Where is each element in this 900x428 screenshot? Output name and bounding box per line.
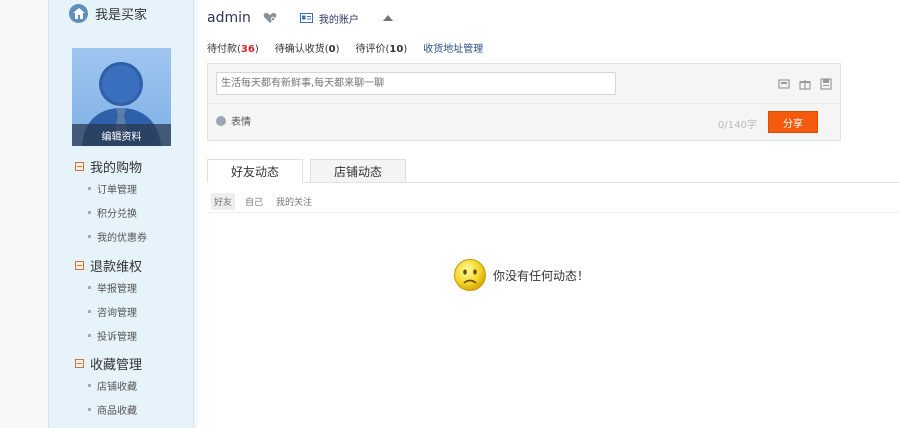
- nav-group-title[interactable]: 收藏管理: [75, 354, 143, 373]
- divider: [207, 212, 900, 213]
- nav-item-label: 店铺收藏: [97, 381, 137, 393]
- username[interactable]: admin: [207, 10, 251, 26]
- account-card-icon: [299, 13, 313, 23]
- bullet-icon: [88, 309, 91, 313]
- collapse-icon[interactable]: [75, 161, 84, 171]
- nav-item-complaints[interactable]: 投诉管理: [88, 328, 142, 343]
- tab-store-feed[interactable]: 店铺动态: [310, 159, 406, 183]
- char-counter: 0/140字: [718, 120, 757, 131]
- filter-friends[interactable]: 好友: [211, 193, 236, 210]
- emoji-label: 表情: [231, 117, 251, 128]
- sidebar-header: 我是买家: [49, 0, 193, 26]
- goods-icon[interactable]: [778, 78, 790, 90]
- address-management-link[interactable]: 收货地址管理: [423, 40, 483, 55]
- status-label: 待付款: [207, 44, 237, 55]
- nav-item-label: 咨询管理: [97, 307, 137, 319]
- nav-group-title[interactable]: 退款维权: [75, 256, 143, 275]
- bullet-icon: [88, 333, 91, 337]
- nav-group-label: 退款维权: [90, 259, 143, 275]
- nav-group-label: 我的购物: [90, 160, 143, 176]
- nav-item-orders[interactable]: 订单管理: [88, 181, 147, 196]
- empty-message: 你没有任何动态！: [493, 268, 590, 283]
- nav-item-reports[interactable]: 举报管理: [88, 280, 142, 295]
- nav-item-product-favorites[interactable]: 商品收藏: [88, 402, 142, 417]
- status-count: 36: [240, 44, 255, 55]
- nav-item-points[interactable]: 积分兑换: [88, 205, 147, 220]
- sidebar-title: 我是买家: [95, 7, 148, 23]
- home-icon[interactable]: [69, 3, 88, 23]
- nav-item-label: 我的优惠券: [97, 232, 147, 244]
- bullet-icon: [88, 407, 91, 411]
- bullet-icon: [88, 285, 91, 289]
- status-label: 待确认收货: [274, 44, 325, 55]
- emoji-button[interactable]: 表情: [216, 113, 251, 128]
- heart-icon[interactable]: [263, 12, 277, 24]
- status-count: 10: [389, 44, 404, 55]
- avatar[interactable]: 编辑资料: [72, 48, 171, 146]
- sad-face-icon: [454, 259, 486, 291]
- pending-review-link[interactable]: 待评价(10): [356, 40, 408, 55]
- share-box: 表情 0/140字 分享: [207, 63, 841, 141]
- bullet-icon: [88, 383, 91, 387]
- share-input[interactable]: [216, 72, 616, 95]
- bullet-icon: [88, 186, 91, 190]
- triangle-up-icon[interactable]: [382, 15, 393, 21]
- bullet-icon: [88, 210, 91, 214]
- pending-receipt-link[interactable]: 待确认收货(0): [275, 40, 340, 55]
- pending-payment-link[interactable]: 待付款(36): [207, 40, 259, 55]
- nav-item-label: 积分兑换: [97, 208, 137, 220]
- nav-group-favorites: 收藏管理 店铺收藏 商品收藏: [75, 354, 143, 417]
- gift-icon[interactable]: [799, 78, 811, 90]
- main-content: admin 我的账户 待付款(36) 待确认收货(0) 待评价(10) 收货地址…: [198, 0, 900, 428]
- my-account-link[interactable]: 我的账户: [319, 11, 359, 26]
- nav-group-title[interactable]: 我的购物: [75, 157, 147, 176]
- collapse-icon[interactable]: [75, 358, 84, 368]
- order-status-row: 待付款(36) 待确认收货(0) 待评价(10) 收货地址管理: [207, 40, 499, 55]
- nav-item-coupons[interactable]: 我的优惠券: [88, 229, 147, 244]
- collapse-icon[interactable]: [75, 260, 84, 270]
- nav-group-shopping: 我的购物 订单管理 积分兑换 我的优惠券: [75, 157, 147, 244]
- divider: [208, 103, 840, 104]
- nav-item-label: 订单管理: [97, 184, 137, 196]
- nav-item-label: 投诉管理: [97, 331, 137, 343]
- nav-group-label: 收藏管理: [90, 357, 143, 373]
- bullet-icon: [88, 234, 91, 238]
- divider: [207, 182, 900, 183]
- nav-group-refund: 退款维权 举报管理 咨询管理 投诉管理: [75, 256, 143, 343]
- nav-item-label: 商品收藏: [97, 405, 137, 417]
- sidebar: 我是买家 编辑资料 我的购物 订单管理 积分兑换 我的优惠券 退款维权 举报管理…: [48, 0, 194, 428]
- feed-filters: 好友 自己 我的关注: [211, 193, 322, 210]
- store-icon[interactable]: [820, 78, 832, 90]
- edit-profile-button[interactable]: 编辑资料: [72, 124, 171, 146]
- share-tools: [769, 78, 832, 90]
- share-button[interactable]: 分享: [768, 111, 818, 133]
- status-label: 待评价: [355, 44, 386, 55]
- emoji-icon: [216, 115, 226, 126]
- nav-item-label: 举报管理: [97, 283, 137, 295]
- feed-tabs: 好友动态 店铺动态: [207, 159, 413, 183]
- status-count: 0: [328, 44, 336, 55]
- user-bar: admin 我的账户: [207, 8, 393, 28]
- tab-friends-feed[interactable]: 好友动态: [207, 159, 303, 183]
- filter-following[interactable]: 我的关注: [273, 193, 315, 210]
- empty-state: 你没有任何动态！: [453, 258, 589, 292]
- filter-self[interactable]: 自己: [242, 193, 266, 210]
- nav-item-store-favorites[interactable]: 店铺收藏: [88, 378, 142, 393]
- nav-item-inquiries[interactable]: 咨询管理: [88, 304, 142, 319]
